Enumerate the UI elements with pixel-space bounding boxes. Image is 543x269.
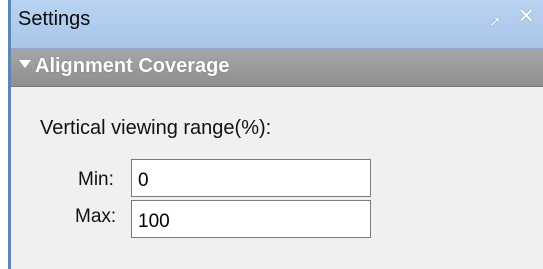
max-input[interactable] xyxy=(131,200,371,238)
vertical-range-label: Vertical viewing range(%): xyxy=(40,117,272,139)
section-title: Alignment Coverage xyxy=(35,55,230,77)
max-label: Max: xyxy=(75,206,117,227)
settings-panel: Settings ➚ ✕ Alignment Coverage Vertical… xyxy=(8,0,543,269)
min-label: Min: xyxy=(78,169,114,190)
min-input[interactable] xyxy=(131,159,371,197)
close-icon[interactable]: ✕ xyxy=(517,6,535,27)
panel-title: Settings xyxy=(18,8,91,30)
title-bar: Settings ➚ ✕ xyxy=(11,0,543,49)
collapse-arrow-icon[interactable] xyxy=(19,60,31,68)
section-header-alignment-coverage[interactable]: Alignment Coverage xyxy=(11,49,543,87)
pin-icon[interactable]: ➚ xyxy=(489,12,501,30)
